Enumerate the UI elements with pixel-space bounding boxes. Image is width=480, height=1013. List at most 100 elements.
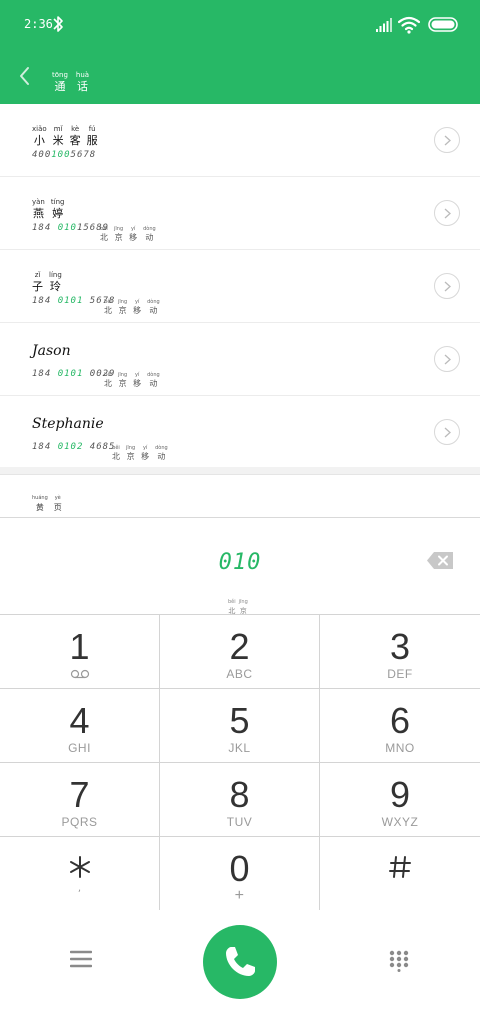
- key-5[interactable]: 5 JKL: [160, 689, 320, 763]
- voicemail-icon: [70, 669, 89, 679]
- call-button[interactable]: [203, 925, 277, 999]
- contact-detail-button[interactable]: [434, 419, 460, 445]
- key-0[interactable]: 0 +: [160, 837, 320, 911]
- number-match: 0102: [57, 442, 84, 452]
- hanzi: 动: [145, 233, 154, 242]
- pinyin: běi: [228, 599, 236, 605]
- hash-icon: [389, 856, 411, 878]
- pinyin: běi: [112, 445, 120, 451]
- contact-number: 184 0102 4685: [32, 442, 115, 452]
- contact-name: Jason: [32, 343, 71, 359]
- dialer-divider: [0, 517, 480, 518]
- hanzi: 移: [133, 306, 142, 315]
- hanzi: 燕: [32, 207, 44, 220]
- key-7[interactable]: 7 PQRS: [0, 763, 160, 837]
- header-bar: 2:36 tōng 通 huà 话: [0, 0, 480, 104]
- keypad-toggle-icon[interactable]: [389, 950, 409, 972]
- hanzi: 动: [149, 306, 158, 315]
- page-title: tōng 通 huà 话: [52, 62, 97, 94]
- ruby-char: líng 玲: [49, 271, 62, 294]
- pinyin: běi: [104, 372, 112, 378]
- hanzi: 北: [104, 306, 112, 315]
- key-3[interactable]: 3 DEF: [320, 615, 480, 689]
- contact-detail-button[interactable]: [434, 273, 460, 299]
- contact-detail-button[interactable]: [434, 127, 460, 153]
- ruby-char: yí 移: [133, 372, 141, 389]
- pinyin: líng: [49, 271, 62, 279]
- pinyin: běi: [100, 226, 108, 232]
- hanzi: 玲: [49, 280, 61, 293]
- list-item[interactable]: yàn 燕 tíng 婷 184 01015689 běi 北 jīng 京 yí 移 dòng 动: [0, 177, 480, 250]
- chevron-right-icon: [444, 135, 451, 146]
- key-1[interactable]: 1: [0, 615, 160, 689]
- contact-list[interactable]: xiǎo 小 mǐ 米 kè 客 fú 服 4001005678 yàn 燕 tíng 婷 184 …: [0, 104, 480, 469]
- key-9[interactable]: 9 WXYZ: [320, 763, 480, 837]
- list-item[interactable]: Jason 184 0101 0029 běi 北 jīng 京 yí 移 dòng 动: [0, 323, 480, 396]
- dialed-number-location: běi 北 jīng 京: [228, 588, 251, 616]
- pinyin: fú: [88, 125, 96, 133]
- contact-name: yàn 燕 tíng 婷: [32, 189, 70, 221]
- hanzi: 京: [118, 306, 127, 315]
- key-6[interactable]: 6 MNO: [320, 689, 480, 763]
- key-letters: WXYZ: [381, 815, 419, 829]
- phone-icon: [226, 947, 255, 976]
- contact-location: běi 北 jīng 京 yí 移 dòng 动: [100, 215, 162, 243]
- pinyin: kè: [71, 125, 80, 133]
- list-item[interactable]: Stephanie 184 0102 4685 běi 北 jīng 京 yí 移 dòng…: [0, 396, 480, 469]
- key-plus: +: [234, 887, 245, 904]
- number-prefix: 184: [32, 296, 58, 306]
- key-4[interactable]: 4 GHI: [0, 689, 160, 763]
- key-letters: ABC: [226, 667, 253, 681]
- pinyin: dòng: [143, 226, 156, 232]
- ruby-char: běi 北: [112, 445, 120, 462]
- backspace-icon[interactable]: [426, 551, 454, 570]
- ruby-char: yè 页: [54, 495, 62, 513]
- hanzi: 移: [141, 452, 150, 461]
- key-letters: DEF: [387, 667, 413, 681]
- contact-detail-button[interactable]: [434, 346, 460, 372]
- yellow-pages-item[interactable]: huáng 黄 yè 页: [32, 484, 68, 513]
- number-suffix: 5678: [70, 150, 97, 160]
- contact-number: 184 0101 5678: [32, 296, 115, 306]
- contact-name: xiǎo 小 mǐ 米 kè 客 fú 服: [32, 116, 104, 148]
- pinyin: běi: [104, 299, 112, 305]
- contact-number: 184 01015689: [32, 223, 109, 233]
- key-comma: ,: [77, 883, 82, 894]
- ruby-char: běi 北: [100, 226, 108, 243]
- ruby-char: dòng 动: [147, 299, 160, 316]
- key-letters: PQRS: [61, 815, 98, 829]
- ruby-char: kè 客: [70, 125, 81, 148]
- pinyin: tōng: [52, 71, 68, 79]
- number-match: 100: [51, 150, 71, 160]
- back-arrow-icon[interactable]: [14, 64, 36, 88]
- section-divider: [0, 467, 480, 475]
- number-prefix: 400: [32, 150, 52, 160]
- contact-location: běi 北 jīng 京 yí 移 dòng 动: [112, 434, 174, 462]
- key-digit: 0: [229, 848, 250, 889]
- list-item[interactable]: zǐ 子 líng 玲 184 0101 5678 běi 北 jīng 京 yí 移 dòng 动: [0, 250, 480, 323]
- hanzi: 京: [118, 379, 127, 388]
- ruby-char: běi 北: [104, 372, 112, 389]
- hanzi: 移: [129, 233, 138, 242]
- ruby-char: huà 话: [76, 71, 89, 94]
- key-star[interactable]: ,: [0, 837, 160, 911]
- hanzi: 动: [149, 379, 158, 388]
- ruby-char: jīng 京: [118, 299, 127, 316]
- ruby-char: tíng 婷: [51, 198, 65, 221]
- number-prefix: 184: [32, 442, 58, 452]
- menu-icon[interactable]: [70, 950, 92, 968]
- pinyin: yí: [142, 445, 148, 451]
- hanzi: 通: [54, 80, 66, 93]
- hanzi: 移: [133, 379, 142, 388]
- hanzi: 小: [33, 134, 45, 147]
- number-match: 0101: [57, 369, 84, 379]
- key-digit: 2: [229, 626, 250, 667]
- contact-detail-button[interactable]: [434, 200, 460, 226]
- key-hash[interactable]: [320, 837, 480, 911]
- list-item[interactable]: xiǎo 小 mǐ 米 kè 客 fú 服 4001005678: [0, 104, 480, 177]
- pinyin: jīng: [118, 372, 128, 378]
- number-match: 010: [57, 223, 77, 233]
- key-2[interactable]: 2 ABC: [160, 615, 320, 689]
- key-8[interactable]: 8 TUV: [160, 763, 320, 837]
- key-digit: 8: [229, 774, 250, 815]
